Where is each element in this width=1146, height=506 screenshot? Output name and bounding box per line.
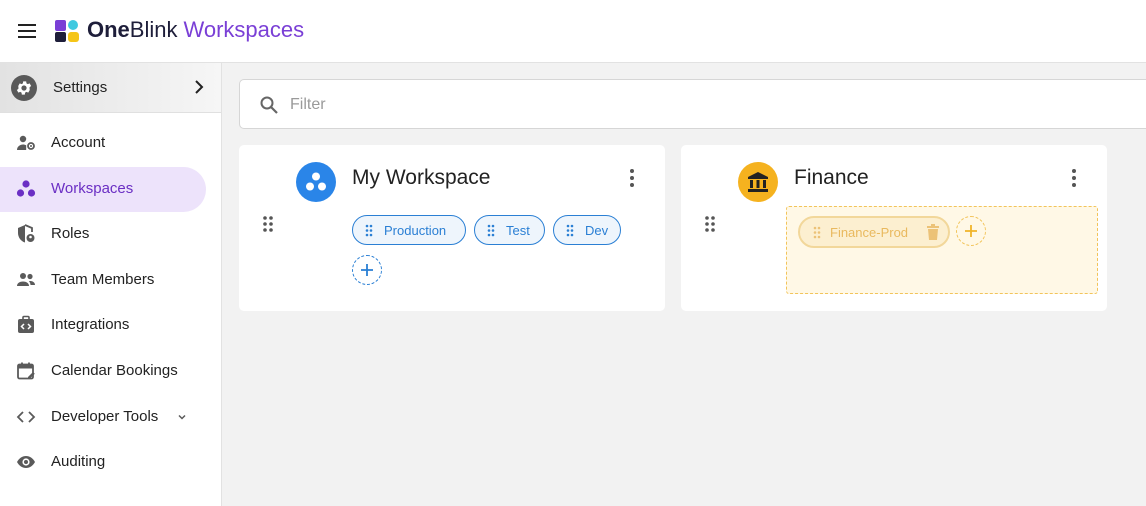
- environment-chip[interactable]: Test: [474, 215, 545, 245]
- gear-icon: [11, 75, 37, 101]
- drag-indicator-icon: [365, 224, 373, 237]
- chevron-right-icon: [195, 80, 204, 94]
- sidebar-item-developer-tools[interactable]: Developer Tools: [0, 395, 206, 440]
- sidebar-item-label: Workspaces: [51, 180, 134, 197]
- sidebar-item-label: Calendar Bookings: [51, 362, 178, 379]
- drag-indicator-icon: [566, 224, 574, 237]
- search-icon: [260, 96, 278, 114]
- environment-drop-zone[interactable]: Finance-Prod: [786, 206, 1098, 294]
- workspace-name: Finance: [794, 166, 869, 189]
- workspace-name: My Workspace: [352, 166, 491, 189]
- sidebar: Settings Account Workspaces Roles Team M…: [0, 63, 222, 506]
- environment-label: Dev: [585, 223, 609, 238]
- add-environment-button[interactable]: [352, 255, 382, 285]
- add-environment-button[interactable]: [956, 216, 986, 246]
- environment-label: Finance-Prod: [830, 225, 909, 240]
- sidebar-item-label: Developer Tools: [51, 408, 159, 425]
- sidebar-item-auditing[interactable]: Auditing: [0, 440, 206, 485]
- sidebar-item-label: Team Members: [51, 271, 155, 288]
- filter-input[interactable]: [288, 92, 892, 118]
- integrations-icon: [18, 315, 34, 333]
- brand-product: Workspaces: [183, 17, 305, 42]
- team-members-icon: [17, 273, 35, 286]
- workspace-avatar: [296, 162, 336, 202]
- sidebar-item-label: Roles: [51, 225, 90, 242]
- roles-shield-icon: [18, 224, 35, 243]
- workspaces-icon: [16, 180, 36, 197]
- hamburger-menu-icon[interactable]: [14, 20, 40, 42]
- sidebar-item-label: Integrations: [51, 316, 130, 333]
- more-options-icon[interactable]: [1068, 168, 1080, 188]
- workspace-avatar: [738, 162, 778, 202]
- sidebar-item-account[interactable]: Account: [0, 121, 206, 166]
- settings-header[interactable]: Settings: [0, 63, 221, 113]
- sidebar-item-calendar-bookings[interactable]: Calendar Bookings: [0, 349, 206, 394]
- dragging-environment-chip[interactable]: Finance-Prod: [798, 216, 950, 248]
- environment-label: Production: [384, 223, 447, 238]
- plus-icon: [965, 225, 977, 237]
- delete-icon[interactable]: [926, 224, 940, 241]
- environment-label: Test: [506, 223, 530, 238]
- account-settings-icon: [17, 135, 35, 150]
- filter-field: [239, 79, 1146, 129]
- code-icon: [16, 411, 36, 423]
- eye-icon: [17, 456, 35, 468]
- sidebar-item-workspaces[interactable]: Workspaces: [0, 167, 206, 212]
- drag-indicator-icon: [487, 224, 495, 237]
- drag-handle-icon[interactable]: [704, 215, 716, 233]
- drag-handle-icon[interactable]: [262, 215, 274, 233]
- top-app-bar: OneBlink Workspaces: [0, 0, 1146, 63]
- sidebar-item-label: Auditing: [51, 453, 106, 470]
- environment-chip[interactable]: Dev: [553, 215, 621, 245]
- drag-indicator-icon: [813, 226, 821, 239]
- sidebar-item-integrations[interactable]: Integrations: [0, 303, 206, 348]
- more-options-icon[interactable]: [626, 168, 638, 188]
- calendar-icon: [17, 362, 35, 380]
- brand-blink: Blink: [129, 17, 178, 42]
- sidebar-item-team-members[interactable]: Team Members: [0, 258, 206, 303]
- chevron-down-icon: [178, 414, 186, 420]
- bank-icon: [748, 172, 768, 192]
- environment-chip[interactable]: Production: [352, 215, 466, 245]
- brand-one: One: [87, 17, 130, 42]
- settings-label: Settings: [53, 79, 108, 96]
- app-title: OneBlink Workspaces: [87, 17, 304, 43]
- plus-icon: [361, 264, 373, 276]
- oneblink-logo: [55, 20, 79, 42]
- workspaces-icon: [306, 172, 326, 191]
- sidebar-item-label: Account: [51, 134, 106, 151]
- sidebar-item-roles[interactable]: Roles: [0, 212, 206, 257]
